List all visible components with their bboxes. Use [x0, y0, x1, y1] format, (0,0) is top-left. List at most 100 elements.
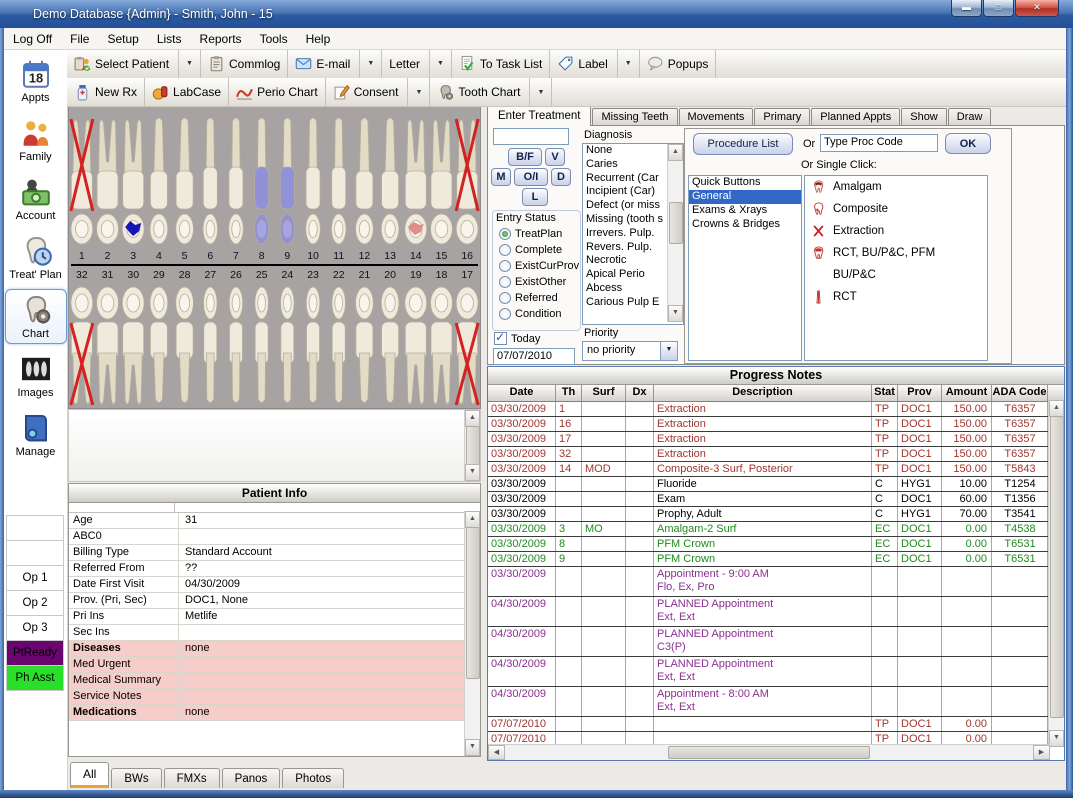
column-header-date[interactable]: Date: [488, 385, 556, 401]
progress-note-row[interactable]: 03/30/2009Appointment - 9:00 AM Flo, Ex,…: [488, 567, 1064, 597]
quick-proc-amalgam[interactable]: Amalgam: [805, 176, 987, 198]
quick-button-categories[interactable]: Quick ButtonsGeneralExams & XraysCrowns …: [688, 175, 802, 361]
operatory-op1[interactable]: Op 1: [7, 566, 63, 591]
menu-item-reports[interactable]: Reports: [191, 30, 251, 48]
minimize-button[interactable]: ▬: [951, 0, 982, 17]
menu-item-tools[interactable]: Tools: [251, 30, 297, 48]
column-header-description[interactable]: Description: [654, 385, 872, 401]
scroll-down-icon[interactable]: ▼: [1049, 730, 1064, 747]
progress-note-row[interactable]: 03/30/2009Prophy, AdultCHYG170.00T3541: [488, 507, 1064, 522]
chart-tab-planned-appts[interactable]: Planned Appts: [811, 108, 900, 125]
sidebar-module-images[interactable]: Images: [5, 348, 67, 403]
progress-note-row[interactable]: 03/30/200916ExtractionTPDOC1150.00T6357: [488, 417, 1064, 432]
scrollbar-thumb[interactable]: [466, 527, 480, 679]
menu-item-help[interactable]: Help: [297, 30, 340, 48]
quick-procedures-list[interactable]: AmalgamCompositeExtractionRCT, BU/P&C, P…: [804, 175, 988, 361]
scroll-down-icon[interactable]: ▼: [668, 305, 683, 322]
surface-button-v[interactable]: V: [545, 148, 565, 166]
radio-icon[interactable]: [499, 308, 511, 320]
operatory-empty[interactable]: [7, 541, 63, 566]
operatory-op2[interactable]: Op 2: [7, 591, 63, 616]
scrollbar-thumb[interactable]: [1050, 416, 1064, 718]
scroll-left-icon[interactable]: ◀: [488, 745, 505, 760]
progress-note-row[interactable]: 04/30/2009PLANNED Appointment C3(P): [488, 627, 1064, 657]
menu-item-log-off[interactable]: Log Off: [4, 30, 61, 48]
scroll-right-icon[interactable]: ▶: [1033, 745, 1050, 760]
surface-button-d[interactable]: D: [551, 168, 571, 186]
chevron-down-icon[interactable]: ▼: [407, 78, 422, 106]
entry-status-option-complete[interactable]: Complete: [494, 242, 578, 258]
progress-note-row[interactable]: 03/30/2009ExamCDOC160.00T1356: [488, 492, 1064, 507]
surface-button-m[interactable]: M: [491, 168, 511, 186]
chevron-down-icon[interactable]: ▼: [178, 49, 193, 78]
radio-icon[interactable]: [499, 276, 511, 288]
image-tab-fmxs[interactable]: FMXs: [164, 768, 220, 788]
chevron-down-icon[interactable]: ▼: [429, 49, 444, 78]
quick-proc-rct-bu-p-c-pfm[interactable]: RCT, BU/P&C, PFM: [805, 242, 987, 264]
progress-note-row[interactable]: 03/30/200914MODComposite-3 Surf, Posteri…: [488, 462, 1064, 477]
column-header-th[interactable]: Th: [556, 385, 582, 401]
progress-note-row[interactable]: 03/30/2009FluorideCHYG110.00T1254: [488, 477, 1064, 492]
labcase-button[interactable]: LabCase: [145, 78, 228, 106]
progress-note-row[interactable]: 03/30/20091ExtractionTPDOC1150.00T6357: [488, 402, 1064, 417]
image-tab-all[interactable]: All: [70, 762, 109, 788]
progress-note-row[interactable]: 04/30/2009PLANNED Appointment Ext, Ext: [488, 597, 1064, 627]
quick-category-quick-buttons[interactable]: Quick Buttons: [689, 176, 801, 190]
chart-tab-enter-treatment[interactable]: Enter Treatment: [487, 105, 591, 126]
operatory-empty[interactable]: [7, 516, 63, 541]
diagnosis-scrollbar[interactable]: ▲ ▼: [667, 144, 683, 322]
status-ph-asst[interactable]: Ph Asst: [7, 666, 63, 690]
tooth-chart-graphic[interactable]: 1234567891011121314151632313029282726252…: [68, 106, 481, 409]
image-tab-panos[interactable]: Panos: [222, 768, 281, 788]
scrollbar-thumb[interactable]: [466, 426, 480, 466]
progress-note-row[interactable]: 03/30/20099PFM CrownECDOC10.00T6531: [488, 552, 1064, 567]
progress-note-row[interactable]: 03/30/20093MOAmalgam-2 SurfECDOC10.00T45…: [488, 522, 1064, 537]
menu-item-setup[interactable]: Setup: [98, 30, 147, 48]
quick-category-exams-xrays[interactable]: Exams & Xrays: [689, 204, 801, 218]
sidebar-module-manage[interactable]: Manage: [5, 407, 67, 462]
tooth-chart-button[interactable]: Tooth Chart▼: [430, 78, 551, 106]
quick-proc-composite[interactable]: Composite: [805, 198, 987, 220]
sidebar-module-account[interactable]: Account: [5, 171, 67, 226]
column-header-ada-code[interactable]: ADA Code: [992, 385, 1048, 401]
column-header-surf[interactable]: Surf: [582, 385, 626, 401]
quick-proc-extraction[interactable]: Extraction: [805, 220, 987, 242]
sidebar-module-family[interactable]: Family: [5, 112, 67, 167]
surface-button-l[interactable]: L: [522, 188, 548, 206]
commlog-button[interactable]: Commlog: [201, 49, 287, 78]
chevron-down-icon[interactable]: ▼: [359, 49, 374, 78]
progress-note-row[interactable]: 03/30/200917ExtractionTPDOC1150.00T6357: [488, 432, 1064, 447]
scroll-up-icon[interactable]: ▲: [465, 410, 480, 427]
entry-status-option-existcurprov[interactable]: ExistCurProv: [494, 258, 578, 274]
entry-status-option-referred[interactable]: Referred: [494, 290, 578, 306]
quick-category-general[interactable]: General: [689, 190, 801, 204]
radio-icon[interactable]: [499, 244, 511, 256]
chart-tab-movements[interactable]: Movements: [679, 108, 754, 125]
chart-tab-missing-teeth[interactable]: Missing Teeth: [592, 108, 677, 125]
surface-button-b-f[interactable]: B/F: [508, 148, 542, 166]
sidebar-module-treat-plan[interactable]: Treat' Plan: [5, 230, 67, 285]
scroll-up-icon[interactable]: ▲: [668, 144, 683, 161]
chevron-down-icon[interactable]: ▼: [617, 49, 632, 78]
popups-button[interactable]: Popups: [640, 49, 716, 78]
procedure-list-button[interactable]: Procedure List: [693, 133, 793, 155]
quick-category-crowns-bridges[interactable]: Crowns & Bridges: [689, 218, 801, 232]
today-checkbox[interactable]: [494, 332, 507, 345]
chart-notes-scrollbar[interactable]: ▲ ▼: [464, 410, 480, 481]
priority-dropdown[interactable]: no priority ▼: [582, 341, 678, 361]
progress-notes-hscrollbar[interactable]: ◀ ▶: [488, 744, 1050, 760]
scrollbar-thumb[interactable]: [668, 746, 870, 759]
scrollbar-thumb[interactable]: [669, 202, 683, 244]
progress-note-row[interactable]: 03/30/200932ExtractionTPDOC1150.00T6357: [488, 447, 1064, 462]
consent-button[interactable]: Consent▼: [326, 78, 430, 106]
treatment-date-field[interactable]: 07/07/2010: [493, 348, 575, 365]
maximize-button[interactable]: □: [983, 0, 1014, 17]
column-header-prov[interactable]: Prov: [898, 385, 942, 401]
operatory-op3[interactable]: Op 3: [7, 616, 63, 641]
radio-icon[interactable]: [499, 292, 511, 304]
image-tab-bws[interactable]: BWs: [111, 768, 161, 788]
label-button[interactable]: Label▼: [550, 49, 638, 78]
chart-tab-draw[interactable]: Draw: [948, 108, 992, 125]
sidebar-module-appts[interactable]: 18Appts: [5, 53, 67, 108]
chevron-down-icon[interactable]: ▼: [660, 342, 677, 360]
